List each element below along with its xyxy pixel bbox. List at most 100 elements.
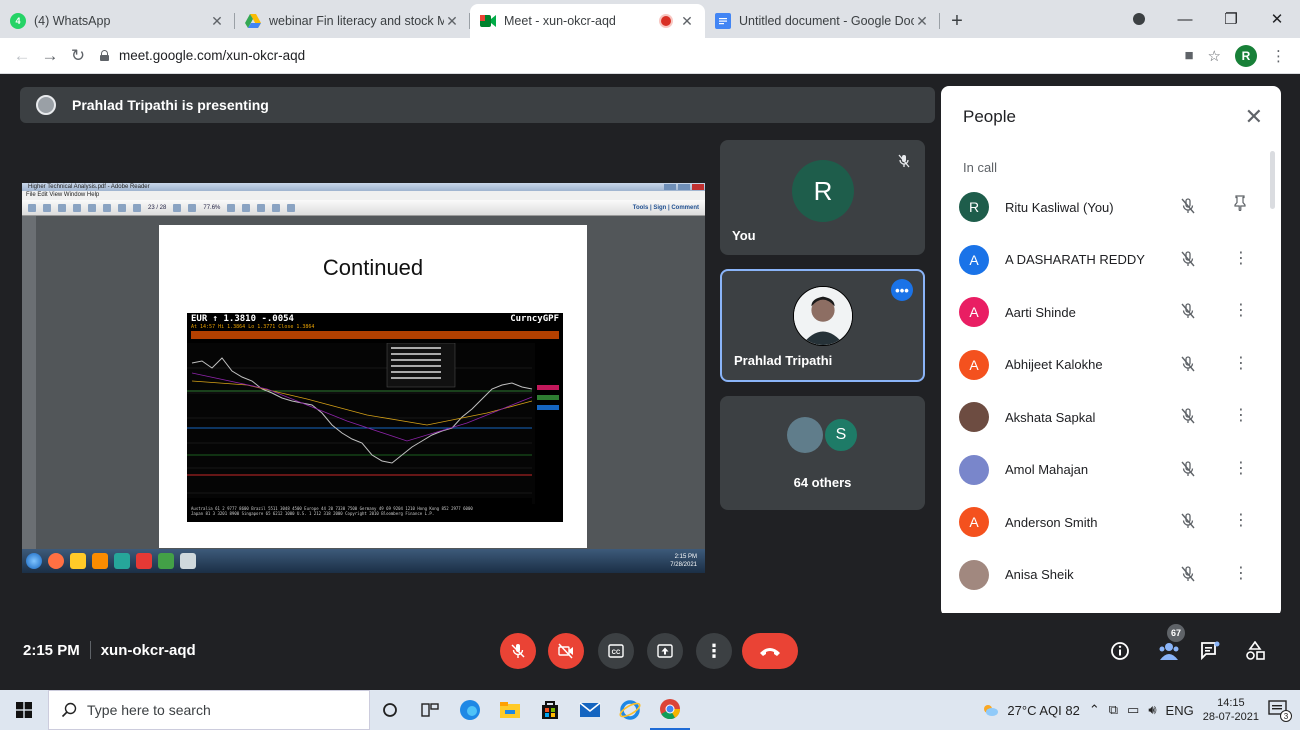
slide-chart-image: EUR ↑ 1.3810 -.0054 CurncyGPF At 14:57 Hi… [187, 313, 563, 522]
chat-icon[interactable] [1200, 641, 1220, 661]
more-vert-icon[interactable]: ⋮ [1233, 563, 1249, 583]
slide-title: Continued [322, 255, 424, 280]
present-button[interactable] [647, 633, 683, 669]
mic-off-icon[interactable] [1179, 355, 1197, 378]
windows-start-button[interactable] [0, 690, 48, 730]
address-bar[interactable]: meet.google.com/xun-okcr-aqd [100, 48, 305, 63]
close-icon[interactable]: ✕ [679, 13, 695, 30]
new-tab-button[interactable]: + [940, 4, 974, 38]
language-indicator[interactable]: ENG [1166, 703, 1194, 718]
mic-off-icon[interactable] [1179, 302, 1197, 325]
you-avatar: R [792, 160, 854, 222]
more-options-button[interactable]: ⋮ [696, 633, 732, 669]
present-screen-icon [657, 644, 673, 658]
close-icon[interactable]: ✕ [914, 13, 930, 30]
internet-explorer-icon[interactable] [610, 690, 650, 730]
more-vert-icon[interactable]: ⋮ [1233, 248, 1249, 268]
more-vert-icon[interactable]: ⋮ [1233, 510, 1249, 530]
meet-tray-icon[interactable]: ⧉ [1109, 702, 1118, 718]
pin-icon[interactable] [1233, 195, 1247, 216]
meet-control-bar: 2:15 PM xun-okcr-aqd CC ⋮ 67 [0, 613, 1300, 687]
volume-icon[interactable]: 🔊︎ [1148, 702, 1156, 718]
camera-icon[interactable]: ■ [1184, 47, 1193, 64]
forward-button[interactable]: → [36, 46, 64, 66]
tab-whatsapp[interactable]: 4 (4) WhatsApp ✕ [0, 4, 235, 38]
more-options-icon[interactable]: ••• [891, 279, 913, 301]
camera-off-icon [558, 643, 573, 659]
close-icon[interactable]: ✕ [444, 13, 460, 30]
network-icon[interactable]: ▭ [1127, 702, 1139, 718]
meeting-time: 2:15 PM [23, 641, 80, 659]
store-icon[interactable] [530, 690, 570, 730]
people-icon[interactable] [1157, 641, 1181, 661]
profile-avatar[interactable]: R [1235, 44, 1257, 67]
browser-toolbar: ← → ↻ meet.google.com/xun-okcr-aqd ■ ☆ R… [0, 38, 1300, 74]
windows-taskbar: Type here to search 27°C AQI 82 ⌃ ⧉ ▭ 🔊︎… [0, 690, 1300, 730]
close-icon[interactable]: ✕ [1245, 104, 1263, 130]
notifications-icon[interactable]: 3 [1268, 700, 1292, 722]
more-vert-icon[interactable]: ⋮ [1233, 458, 1249, 478]
mic-toggle-button[interactable] [500, 633, 536, 669]
participant-row[interactable]: A Anderson Smith ⋮ [941, 496, 1271, 549]
participant-tile-others[interactable]: S 64 others [720, 396, 925, 510]
participant-tile-presenter[interactable]: ••• Prahlad Tripathi [720, 269, 925, 382]
participant-row[interactable]: Akshata Sapkal ⋮ [941, 391, 1271, 444]
file-explorer-icon[interactable] [490, 690, 530, 730]
clock-date: 28-07-2021 [1202, 711, 1259, 723]
reload-button[interactable]: ↻ [64, 46, 92, 66]
browser-menu-icon[interactable]: ⋮ [1271, 47, 1286, 65]
mic-off-icon[interactable] [1179, 197, 1197, 220]
back-button[interactable]: ← [8, 46, 36, 66]
more-vert-icon[interactable]: ⋮ [1233, 300, 1249, 320]
taskbar-search-input[interactable]: Type here to search [48, 690, 370, 730]
participant-avatar: A [959, 244, 989, 275]
weather-text[interactable]: 27°C AQI 82 [1007, 703, 1079, 718]
mic-off-icon[interactable] [1179, 512, 1197, 535]
participant-tile-you[interactable]: R You [720, 140, 925, 255]
participant-row[interactable]: Anisa Sheik ⋮ [941, 549, 1271, 602]
restore-button[interactable]: ❐ [1208, 10, 1254, 28]
mic-off-icon[interactable] [1179, 407, 1197, 430]
participant-name: Aarti Shinde [1005, 304, 1076, 320]
leave-call-button[interactable] [742, 633, 798, 669]
chevron-up-icon[interactable]: ⌃ [1089, 702, 1100, 718]
more-vert-icon[interactable]: ⋮ [1233, 405, 1249, 425]
clock-time: 14:15 [1217, 697, 1245, 709]
lock-icon [100, 50, 109, 61]
cortana-icon[interactable] [370, 690, 410, 730]
reader-tools-links: Tools | Sign | Comment [632, 204, 699, 211]
captions-button[interactable]: CC [598, 633, 634, 669]
meet-icon [480, 13, 496, 29]
tab-webinar[interactable]: webinar Fin literacy and stock Mi ✕ [235, 4, 470, 38]
more-vert-icon[interactable]: ⋮ [1233, 353, 1249, 373]
chrome-taskbar-icon[interactable] [650, 690, 690, 730]
tab-meet[interactable]: Meet - xun-okcr-aqd ✕ [470, 4, 705, 38]
mic-off-icon[interactable] [1179, 565, 1197, 588]
meeting-details: 2:15 PM xun-okcr-aqd [23, 641, 196, 659]
presenting-label: Prahlad Tripathi is presenting [72, 97, 269, 113]
participant-row[interactable]: A A DASHARATH REDDY ⋮ [941, 234, 1271, 287]
participant-row[interactable]: Amol Mahajan ⋮ [941, 444, 1271, 497]
mic-off-icon[interactable] [1179, 250, 1197, 273]
close-window-button[interactable]: ✕ [1254, 10, 1300, 28]
participant-name: Anderson Smith [1005, 514, 1098, 530]
tab-search-icon[interactable] [1133, 13, 1145, 25]
tile-name: You [732, 228, 756, 243]
mail-icon[interactable] [570, 690, 610, 730]
activities-icon[interactable] [1245, 641, 1265, 661]
bookmark-star-icon[interactable]: ☆ [1208, 47, 1221, 65]
task-view-icon[interactable] [410, 690, 450, 730]
participant-row[interactable]: A Abhijeet Kalokhe ⋮ [941, 339, 1271, 392]
participant-row[interactable]: R Ritu Kasliwal (You) [941, 181, 1271, 234]
participant-row[interactable]: A Aarti Shinde ⋮ [941, 286, 1271, 339]
edge-icon[interactable] [450, 690, 490, 730]
taskbar-clock[interactable]: 14:15 28-07-2021 [1203, 696, 1259, 724]
meeting-info-icon[interactable] [1110, 641, 1130, 661]
camera-toggle-button[interactable] [548, 633, 584, 669]
tab-docs[interactable]: Untitled document - Google Doc ✕ [705, 4, 940, 38]
tile-name: 64 others [793, 475, 852, 490]
start-orb-icon [26, 553, 42, 569]
mic-off-icon[interactable] [1179, 460, 1197, 483]
minimize-button[interactable]: — [1162, 11, 1208, 28]
close-icon[interactable]: ✕ [209, 13, 225, 30]
